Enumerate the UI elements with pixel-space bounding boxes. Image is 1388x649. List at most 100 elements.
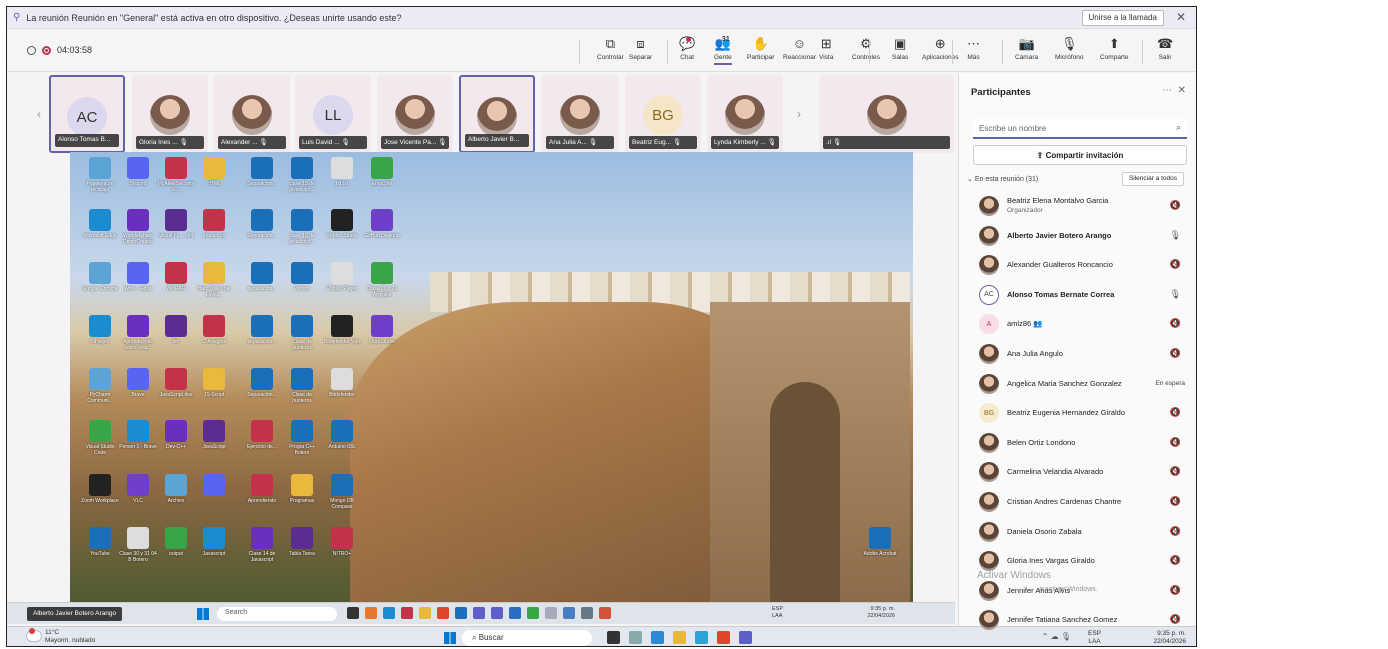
participant-tile[interactable]: BG Beatriz Eug... 🎙 [625,75,701,153]
desktop-icon[interactable]: Work - Edge [118,262,158,292]
toolbar-salir-button[interactable]: ☎ Salir [1157,36,1173,61]
participant-tile[interactable]: Ana Julia A... 🎙 [542,75,618,153]
desktop-icon[interactable]: Person 1 - Brave [118,420,158,450]
desktop-icon[interactable] [194,474,234,498]
weather-widget[interactable]: 11°C Mayorm. nublado [27,628,95,645]
share-invite-button[interactable]: ⇪ Compartir invitación [973,145,1187,165]
desktop-icon[interactable]: GitHub Desktop [362,209,402,239]
explorer-icon[interactable] [673,631,686,644]
participant-tile[interactable]: Alberto Javier B... [459,75,535,153]
participant-row[interactable]: Carmelina Velandia Alvarado 🔇 [973,459,1189,485]
desktop-icon[interactable]: Python [282,262,322,292]
participant-row[interactable]: AC Alonso Tomas Bernate Correa 🎙 [973,282,1189,308]
participant-row[interactable]: Ana Julia Angulo 🔇 [973,341,1189,367]
desktop-icon[interactable]: WinRAR [156,262,196,292]
desktop-icon[interactable]: bin [156,315,196,345]
mute-all-button[interactable]: Silenciar a todos [1121,172,1184,186]
toolbar-cmara-button[interactable]: 📷 Cámara [1015,36,1038,61]
desktop-icon[interactable]: Tabla Tarea [282,527,322,557]
toolbar-controles-button[interactable]: ⚙ Controles [852,36,880,61]
toolbar-aplicaciones-button[interactable]: ⊕ Aplicaciones [922,36,959,61]
desktop-icon[interactable]: Arduino IDE [322,420,362,450]
participant-row[interactable]: Beatriz Elena Montalvo Garcia Organizador… [973,193,1189,219]
toolbar-participar-button[interactable]: ✋ Participar [747,36,774,61]
desktop-icon[interactable]: Brave [118,368,158,398]
desktop-icon[interactable]: Discord [118,157,158,187]
desktop-icon[interactable]: Clase 14 de Javascript [242,527,282,563]
desktop-icon[interactable]: YouTube [80,527,120,557]
desktop-icon[interactable]: Visual Studio Code [80,420,120,456]
participant-row[interactable]: Jennifer Tatiana Sanchez Gomez 🔇 [973,607,1189,633]
desktop-icon[interactable]: Clase de punteros [282,315,322,351]
chrome-icon[interactable] [717,631,730,644]
desktop-icon[interactable]: LibreStudio [362,315,402,345]
desktop-icon[interactable]: HTML [194,157,234,187]
desktop-icon[interactable]: Clase 30 y 31 04 B Botero [118,527,158,563]
toolbar-chat-button[interactable]: 💬 Chat [679,36,695,61]
desktop-icon[interactable]: Roblox Player [322,262,362,292]
participant-search-input[interactable]: Escribe un nombre ⌕ [973,119,1187,139]
desktop-icon[interactable]: Bitdefender Vpn [322,315,362,345]
participant-tile[interactable]: AC Alonso Tomas B... [49,75,125,153]
desktop-icon[interactable]: PyCharm Communi... [80,368,120,404]
desktop-icon[interactable]: Google Chrome [80,262,120,292]
in-meeting-section[interactable]: ⌄ En esta reunión (31) [967,175,1038,183]
app-icon[interactable] [695,631,708,644]
desktop-icon[interactable]: EnsaSfer [362,157,402,187]
desktop-icon[interactable]: Roblox Studio [322,209,362,239]
desktop-icon[interactable]: JS-Script [194,368,234,398]
desktop-icon[interactable]: separación... [242,315,282,345]
close-notification-icon[interactable]: ✕ [1176,10,1186,24]
desktop-icon[interactable]: Clase 20 y 21 Arreglos [362,262,402,298]
desktop-icon[interactable]: JavaScript [194,420,234,450]
strip-next-icon[interactable]: › [797,107,801,121]
toolbar-controlar-button[interactable]: ⧉ Controlar [597,36,624,61]
participant-row[interactable]: Daniela Osorio Zabala 🔇 [973,519,1189,545]
participant-row[interactable]: Belen Ortiz Londono 🔇 [973,430,1189,456]
desktop-icon[interactable]: Bitdefender [322,368,362,398]
panel-controls[interactable]: ⋯ ✕ [1162,85,1186,96]
participant-tile[interactable]: Lynda Kimberly ... 🎙 [707,75,783,153]
participant-row[interactable]: BG Beatriz Eugenia Hernandez Giraldo 🔇 [973,400,1189,426]
participant-tile[interactable]: LL Luis David ... 🎙 [295,75,371,153]
toolbar-ms-button[interactable]: ⋯ Más [967,36,980,61]
desktop-icon[interactable]: McAfee Security Sc... [156,157,196,193]
taskbar-search[interactable]: ⌕ Buscar [462,630,592,646]
desktop-icon[interactable]: Ejercicio de... [242,420,282,450]
desktop-icon[interactable]: Separación... [242,209,282,239]
desktop-icon[interactable]: Programas [282,474,322,504]
toolbar-vista-button[interactable]: ⊞ Vista [819,36,833,61]
taskview-icon[interactable] [607,631,620,644]
desktop-icon[interactable]: VLC [118,474,158,504]
desktop-icon[interactable]: Zoom Workplace [80,474,120,504]
desktop-icon[interactable]: Javascript [194,527,234,557]
desktop-icon[interactable]: JavaScript.dev [156,368,196,398]
desktop-icon[interactable]: Archivo [156,474,196,504]
participant-row[interactable]: Cristian Andres Cardenas Chantre 🔇 [973,489,1189,515]
desktop-icon[interactable]: Separación... [242,368,282,398]
participant-tile[interactable]: .ıl 🎙 [819,75,954,153]
desktop-icon[interactable]: Papelera de reciclaje [80,157,120,193]
strip-prev-icon[interactable]: ‹ [37,107,41,121]
desktop-icon[interactable]: imagen.dl [194,209,234,239]
desktop-icon[interactable]: clase 15 de javascript... [282,157,322,193]
app-icon[interactable] [629,631,642,644]
desktop-icon[interactable]: clase 16 de javascript... [282,209,322,245]
toolbar-salas-button[interactable]: ▣ Salas [892,36,908,61]
desktop-icon[interactable]: Wondershare DemoCreator [118,209,158,245]
edge-icon[interactable] [651,631,664,644]
participant-row[interactable]: Alexander Gualteros Roncancio 🔇 [973,252,1189,278]
toolbar-separar-button[interactable]: ⧈ Separar [629,36,652,61]
desktop-icon[interactable]: Aprende más sobre esta... [118,315,158,351]
desktop-icon[interactable]: Adobe Acrobat [860,527,900,557]
toolbar-gente-button[interactable]: 👥 31 Gente [714,36,732,65]
desktop-icon[interactable]: Visual FL... x64 [156,209,196,239]
toolbar-micrfono-button[interactable]: 🎙 Micrófono [1055,36,1084,61]
desktop-icon[interactable]: Hard Disk Low Level... [194,262,234,298]
desktop-icon[interactable]: separación... [242,262,282,292]
join-call-button[interactable]: Unirse a la llamada [1081,10,1164,26]
desktop-icon[interactable]: NITRO+ [322,527,362,557]
participant-tile[interactable]: Gloria Ines ... 🎙 [132,75,208,153]
start-button-icon[interactable] [444,632,456,644]
participant-row[interactable]: Alberto Javier Botero Arango 🎙 [973,223,1189,249]
